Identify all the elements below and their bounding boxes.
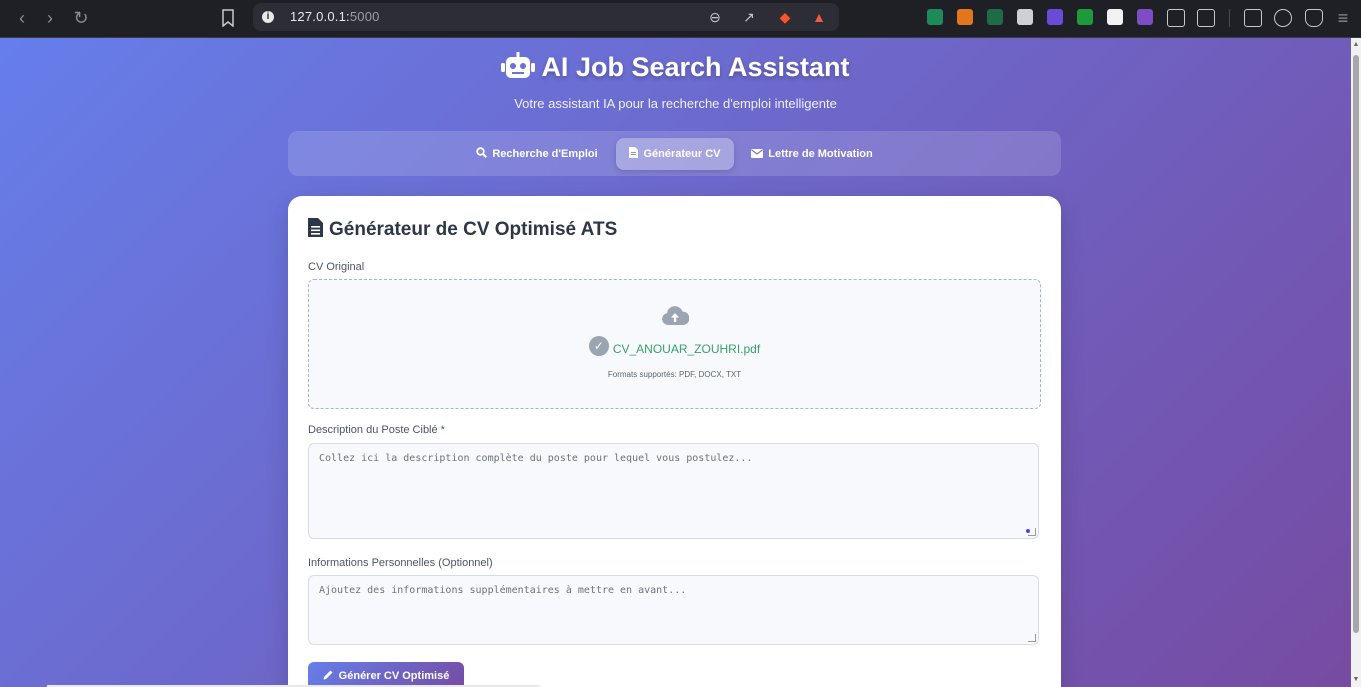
supported-formats: Formats supportés: PDF, DOCX, TXT [607, 370, 742, 379]
cv-generator-card: Générateur de CV Optimisé ATS CV Origina… [288, 196, 1061, 687]
scroll-thumb[interactable] [1353, 55, 1359, 633]
file-icon [308, 218, 323, 237]
tab-cv-generator[interactable]: Générateur CV [616, 138, 734, 170]
cv-original-label: CV Original [308, 261, 365, 273]
extensions-puzzle-icon[interactable] [1167, 9, 1185, 27]
menu-icon[interactable]: ≡ [1333, 8, 1353, 28]
medium-icon[interactable] [1107, 9, 1123, 25]
card-title: Générateur de CV Optimisé ATS [308, 218, 617, 241]
uploaded-file-name: CV_ANOUAR_ZOUHRI.pdf [612, 342, 761, 356]
wallet-icon[interactable] [1244, 9, 1262, 27]
document-icon[interactable] [1017, 9, 1033, 25]
scroll-down-icon[interactable]: ▼ [1351, 675, 1361, 685]
back-icon[interactable]: ‹ [12, 8, 32, 28]
resize-handle[interactable] [1028, 634, 1036, 642]
resize-handle[interactable] [1028, 528, 1036, 536]
metamask-icon[interactable] [957, 9, 973, 25]
brave-shields-icon[interactable]: ◆ [777, 9, 793, 25]
zoom-icon[interactable]: ⊖ [707, 9, 723, 25]
uploaded-file: ✓ CV_ANOUAR_ZOUHRI.pdf [309, 336, 1040, 356]
forward-icon[interactable]: › [40, 8, 60, 28]
brave-rewards-icon[interactable]: ▲ [811, 9, 827, 25]
screenshot-icon[interactable] [1197, 9, 1215, 27]
extension-download-icon[interactable] [1077, 9, 1093, 25]
site-info-icon[interactable]: i [262, 11, 274, 23]
tab-bar: Recherche d'Emploi Générateur CV Lettre … [288, 131, 1061, 176]
tab-cover-letter[interactable]: Lettre de Motivation [748, 138, 876, 170]
toolbar-divider [1229, 9, 1230, 27]
file-icon [629, 147, 639, 158]
envelope-icon [751, 149, 764, 158]
url-text[interactable]: 127.0.0.1:5000 [290, 9, 380, 24]
page-content: AI Job Search Assistant Votre assistant … [0, 38, 1351, 687]
extension-icon-1[interactable] [927, 9, 943, 25]
download-icon[interactable] [1047, 9, 1063, 25]
leo-ai-icon[interactable] [1274, 9, 1292, 27]
generate-cv-button[interactable]: Générer CV Optimisé [308, 662, 464, 687]
browser-toolbar: ‹ › ↻ i 127.0.0.1:5000 ⊖ ↗ ◆ ▲ ≡ [0, 0, 1361, 38]
page-title: AI Job Search Assistant [0, 52, 1351, 83]
address-bar[interactable]: i 127.0.0.1:5000 ⊖ ↗ ◆ ▲ [253, 3, 839, 31]
cloud-upload-icon [662, 306, 689, 325]
check-circle-icon: ✓ [588, 336, 609, 356]
tab-job-search[interactable]: Recherche d'Emploi [472, 138, 602, 170]
job-description-placeholder: Collez ici la description complète du po… [319, 453, 753, 464]
vpn-shield-icon[interactable] [1305, 9, 1323, 27]
job-description-label: Description du Poste Ciblé * [308, 424, 445, 436]
robot-icon [501, 52, 536, 78]
personal-info-label: Informations Personnelles (Optionnel) [308, 557, 493, 569]
job-description-textarea[interactable]: Collez ici la description complète du po… [308, 443, 1039, 539]
share-icon[interactable]: ↗ [741, 9, 757, 25]
personal-info-textarea[interactable]: Ajoutez des informations supplémentaires… [308, 575, 1039, 645]
extension-icon-8[interactable] [1137, 9, 1153, 25]
pencil-icon [323, 670, 333, 680]
bookmark-icon[interactable] [220, 9, 236, 27]
cv-upload-dropzone[interactable]: ✓ CV_ANOUAR_ZOUHRI.pdf Formats supportés:… [308, 279, 1041, 409]
reload-icon[interactable]: ↻ [71, 8, 91, 28]
personal-info-placeholder: Ajoutez des informations supplémentaires… [319, 585, 687, 596]
search-icon [476, 147, 488, 158]
scroll-up-icon[interactable]: ▲ [1351, 40, 1361, 50]
extension-icon-3[interactable] [987, 9, 1003, 25]
page-subtitle: Votre assistant IA pour la recherche d'e… [514, 96, 837, 111]
page-scrollbar[interactable]: ▲ ▼ [1351, 38, 1361, 687]
